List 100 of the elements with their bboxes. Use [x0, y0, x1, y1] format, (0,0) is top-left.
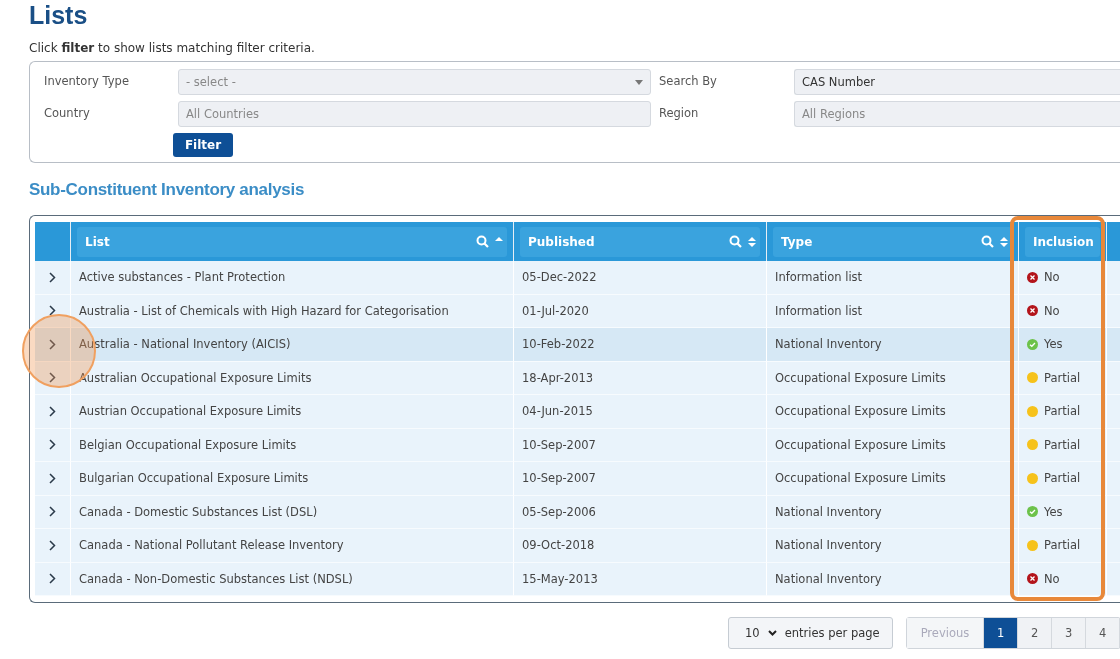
- table-cell: Bulgarian Occupational Exposure Limits: [70, 462, 513, 496]
- status-cell: Partial: [1018, 462, 1106, 496]
- filter-hint: Click filter to show lists matching filter criteria.: [29, 41, 316, 55]
- expand-cell[interactable]: [35, 294, 70, 328]
- field-label: Country: [44, 105, 91, 120]
- column-label: Published: [528, 234, 596, 249]
- search-icon[interactable]: [476, 235, 489, 248]
- table-cell: Occupational Exposure Limits: [766, 462, 1018, 496]
- chevron-right-icon[interactable]: [49, 472, 56, 484]
- field-label: Region: [659, 105, 700, 120]
- table-cell: National Inventory: [766, 529, 1018, 563]
- column-header[interactable]: Published: [513, 222, 766, 261]
- field-label: Inventory Type: [44, 73, 130, 88]
- table-cell: 01-Jul-2020: [513, 294, 766, 328]
- table-cell: 10-Sep-2007: [513, 428, 766, 462]
- input-field[interactable]: All Countries: [178, 101, 651, 127]
- status-cell: Partial: [1018, 395, 1106, 429]
- select-field[interactable]: - select -: [178, 69, 651, 95]
- chevron-right-icon[interactable]: [49, 305, 56, 317]
- table-cell: National Inventory: [766, 562, 1018, 596]
- input-field[interactable]: All Regions: [794, 101, 1120, 127]
- table-cell: Occupational Exposure Limits: [766, 428, 1018, 462]
- page-title: Lists: [29, 0, 89, 30]
- table-cell: [1106, 294, 1120, 328]
- header-cell: [35, 222, 70, 261]
- expand-cell[interactable]: [35, 328, 70, 362]
- table-cell: [1106, 529, 1120, 563]
- table-cell: [1106, 428, 1120, 462]
- page-button[interactable]: 1: [984, 618, 1019, 648]
- table-cell: 05-Dec-2022: [513, 261, 766, 295]
- expand-cell[interactable]: [35, 529, 70, 563]
- table-cell: Canada - Domestic Substances List (DSL): [70, 495, 513, 529]
- table-cell: Information list: [766, 261, 1018, 295]
- status-cell: Yes: [1018, 495, 1106, 529]
- header-cell: [1106, 222, 1120, 261]
- chevron-right-icon[interactable]: [49, 271, 56, 283]
- page-button[interactable]: 4: [1086, 618, 1120, 648]
- table-cell: [1106, 562, 1120, 596]
- table-cell: National Inventory: [766, 328, 1018, 362]
- table-cell: Belgian Occupational Exposure Limits: [70, 428, 513, 462]
- status-cell: No: [1018, 294, 1106, 328]
- table-cell: 09-Oct-2018: [513, 529, 766, 563]
- table-cell: 05-Sep-2006: [513, 495, 766, 529]
- table-cell: Austrian Occupational Exposure Limits: [70, 395, 513, 429]
- status-cell: No: [1018, 261, 1106, 295]
- table-cell: Occupational Exposure Limits: [766, 361, 1018, 395]
- section-title: Sub-Constituent Inventory analysis: [29, 180, 306, 200]
- caret-icon: [635, 79, 643, 85]
- status-cell: Partial: [1018, 529, 1106, 563]
- table-cell: [1106, 495, 1120, 529]
- expand-cell[interactable]: [35, 361, 70, 395]
- table-cell: Canada - Non-Domestic Substances List (NDSL): [70, 562, 513, 596]
- expand-cell[interactable]: [35, 261, 70, 295]
- table-cell: Occupational Exposure Limits: [766, 395, 1018, 429]
- column-header[interactable]: Inclusion: [1018, 222, 1106, 261]
- expand-cell[interactable]: [35, 495, 70, 529]
- column-label: Inclusion: [1033, 234, 1095, 249]
- filter-button[interactable]: Filter: [173, 133, 233, 157]
- table-cell: 04-Jun-2015: [513, 395, 766, 429]
- chevron-right-icon[interactable]: [49, 539, 56, 551]
- expand-cell[interactable]: [35, 428, 70, 462]
- status-cell: Partial: [1018, 428, 1106, 462]
- table-cell: Active substances - Plant Protection: [70, 261, 513, 295]
- table-cell: Canada - National Pollutant Release Inventory: [70, 529, 513, 563]
- column-label: Type: [781, 234, 814, 249]
- status-cell: No: [1018, 562, 1106, 596]
- chevron-right-icon[interactable]: [49, 439, 56, 451]
- table-cell: [1106, 261, 1120, 295]
- chevron-right-icon[interactable]: [49, 573, 56, 585]
- field-label: Search By: [659, 73, 718, 88]
- page-size-select[interactable]: 10 entries per page: [728, 617, 893, 649]
- table-cell: 15-May-2013: [513, 562, 766, 596]
- sort-icon[interactable]: [748, 235, 756, 248]
- page-button[interactable]: 2: [1018, 618, 1053, 648]
- search-icon[interactable]: [981, 235, 994, 248]
- table-cell: National Inventory: [766, 495, 1018, 529]
- table-cell: 10-Feb-2022: [513, 328, 766, 362]
- expand-cell[interactable]: [35, 562, 70, 596]
- table-cell: [1106, 462, 1120, 496]
- page-button[interactable]: 3: [1052, 618, 1087, 648]
- table-cell: Information list: [766, 294, 1018, 328]
- column-header[interactable]: Type: [766, 222, 1018, 261]
- table-cell: Australia - List of Chemicals with High Hazard for Categorisation: [70, 294, 513, 328]
- chevron-down-icon: [767, 630, 777, 636]
- table-cell: [1106, 361, 1120, 395]
- column-header[interactable]: List: [70, 222, 513, 261]
- status-cell: Yes: [1018, 328, 1106, 362]
- chevron-right-icon[interactable]: [49, 405, 56, 417]
- table-cell: 18-Apr-2013: [513, 361, 766, 395]
- expand-cell[interactable]: [35, 462, 70, 496]
- column-label: List: [85, 234, 111, 249]
- chevron-right-icon[interactable]: [49, 372, 56, 384]
- expand-cell[interactable]: [35, 395, 70, 429]
- table-cell: [1106, 328, 1120, 362]
- input-field[interactable]: CAS Number: [794, 69, 1120, 95]
- sort-icon[interactable]: [1000, 235, 1008, 248]
- chevron-right-icon[interactable]: [49, 506, 56, 518]
- search-icon[interactable]: [729, 235, 742, 248]
- table-cell: [1106, 395, 1120, 429]
- status-cell: Partial: [1018, 361, 1106, 395]
